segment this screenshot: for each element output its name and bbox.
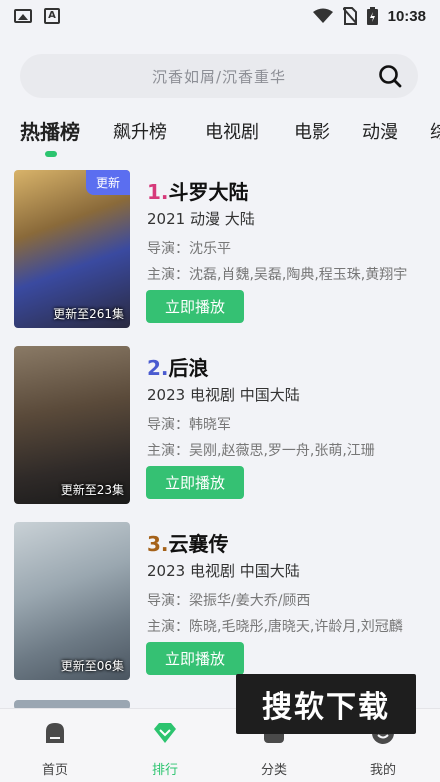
no-sim-icon — [342, 7, 357, 25]
tab-variety[interactable]: 综 — [430, 118, 440, 144]
search-bar[interactable]: 沉香如屑/沉香重华 — [20, 54, 418, 98]
item-title[interactable]: 后浪 — [169, 352, 209, 381]
play-button[interactable]: 立即播放 — [146, 642, 244, 675]
search-icon[interactable] — [378, 64, 402, 88]
item-cast: 主演：陈晓,毛晓彤,唐晓天,许龄月,刘冠麟 — [147, 619, 403, 635]
list-item[interactable]: 更新至06集 3. 云襄传 2023 电视剧 中国大陆 导演：梁振华/姜大乔/顾… — [0, 520, 440, 682]
nav-home[interactable]: 首页 — [25, 719, 85, 778]
item-meta: 2021 动漫 大陆 — [147, 210, 255, 228]
tab-hot[interactable]: 热播榜 — [20, 116, 80, 145]
tab-tv[interactable]: 电视剧 — [205, 118, 259, 144]
search-input[interactable]: 沉香如屑/沉香重华 — [152, 66, 286, 87]
item-meta: 2023 电视剧 中国大陆 — [147, 386, 300, 404]
nav-label: 排行 — [151, 763, 178, 778]
episode-caption: 更新至06集 — [60, 659, 124, 673]
item-cast: 主演：吴刚,赵薇思,罗一舟,张萌,江珊 — [147, 443, 375, 459]
active-tab-indicator — [45, 151, 57, 157]
app-notification-icon: A — [44, 8, 60, 24]
rank-number: 1. — [147, 180, 169, 204]
nav-ranking[interactable]: 排行 — [135, 719, 195, 778]
item-director: 导演：沈乐平 — [147, 241, 231, 257]
poster-image[interactable]: 更新至23集 — [14, 346, 130, 504]
nav-label: 分类 — [260, 763, 287, 778]
play-button[interactable]: 立即播放 — [146, 466, 244, 499]
category-tabs: 热播榜 飙升榜 电视剧 电影 动漫 综 — [0, 110, 440, 156]
update-badge: 更新 — [85, 170, 130, 195]
wifi-icon — [312, 8, 333, 23]
list-item[interactable]: 更新 更新至261集 1. 斗罗大陆 2021 动漫 大陆 导演：沈乐平 主演：… — [0, 168, 440, 330]
image-notification-icon — [14, 9, 32, 23]
item-meta: 2023 电视剧 中国大陆 — [147, 562, 300, 580]
home-icon — [46, 723, 64, 743]
tab-movie[interactable]: 电影 — [294, 118, 330, 144]
battery-charging-icon — [366, 7, 378, 25]
episode-caption: 更新至23集 — [60, 483, 124, 497]
item-title[interactable]: 斗罗大陆 — [169, 176, 249, 205]
rank-number: 2. — [147, 356, 169, 380]
status-bar: A 10:38 — [0, 0, 440, 32]
poster-image[interactable]: 更新至06集 — [14, 522, 130, 680]
play-button[interactable]: 立即播放 — [146, 290, 244, 323]
item-director: 导演：梁振华/姜大乔/顾西 — [147, 593, 311, 609]
item-director: 导演：韩晓军 — [147, 417, 231, 433]
list-item[interactable]: 更新至23集 2. 后浪 2023 电视剧 中国大陆 导演：韩晓军 主演：吴刚,… — [0, 344, 440, 506]
status-time: 10:38 — [387, 7, 426, 25]
tab-anime[interactable]: 动漫 — [362, 118, 398, 144]
watermark-logo: 搜软下载 — [236, 674, 416, 734]
episode-caption: 更新至261集 — [53, 307, 124, 321]
item-title[interactable]: 云襄传 — [169, 528, 229, 557]
item-cast: 主演：沈磊,肖魏,吴磊,陶典,程玉珠,黄翔宇 — [147, 267, 408, 283]
poster-image[interactable]: 更新 更新至261集 — [14, 170, 130, 328]
nav-label: 我的 — [369, 763, 396, 778]
tab-rising[interactable]: 飙升榜 — [113, 118, 167, 144]
diamond-icon — [154, 723, 176, 743]
rank-number: 3. — [147, 532, 169, 556]
nav-label: 首页 — [41, 763, 68, 778]
